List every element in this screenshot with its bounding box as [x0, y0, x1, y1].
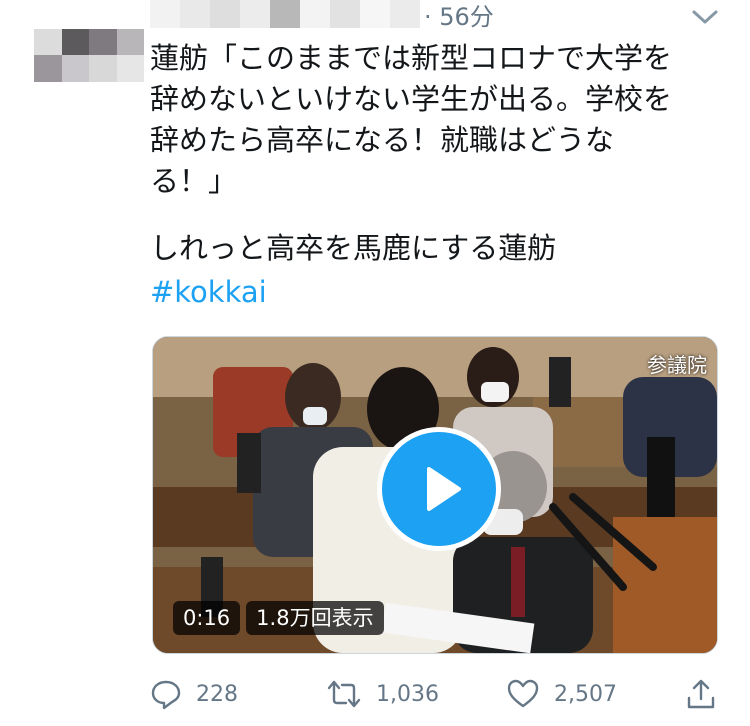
retweet-count: 1,036 [376, 681, 439, 707]
play-button[interactable] [377, 427, 501, 551]
caret-down-icon[interactable] [690, 6, 720, 28]
share-icon [687, 679, 715, 709]
share-button[interactable] [686, 672, 716, 716]
like-button[interactable]: 2,507 [506, 672, 617, 716]
retweet-icon [327, 680, 361, 708]
reply-count: 228 [196, 681, 238, 707]
retweet-button[interactable]: 1,036 [326, 672, 439, 716]
reply-button[interactable]: 228 [150, 672, 238, 716]
reply-icon [151, 680, 181, 710]
video-view-count: 1.8万回表示 [246, 601, 384, 635]
hashtag-link[interactable]: #kokkai [150, 272, 267, 313]
tweet-text: 蓮舫「このままでは新型コロナで大学を 辞めないといけない学生が出る。学校を 辞め… [150, 41, 673, 198]
tweet-actions: 228 1,036 2,507 [150, 672, 720, 716]
video-duration: 0:16 [173, 601, 241, 635]
tweet-timestamp[interactable]: · 56分 [424, 0, 494, 34]
video-watermark: 参議院 [647, 353, 707, 377]
like-icon [507, 679, 539, 708]
video-player[interactable]: 参議院 0:16 1.8万回表示 [152, 336, 718, 654]
author-name-pixelated[interactable] [150, 0, 420, 28]
like-count: 2,507 [554, 681, 617, 707]
tweet-text-comment: しれっと高卒を馬鹿にする蓮舫 [150, 231, 557, 265]
play-icon [427, 467, 461, 511]
avatar[interactable] [34, 2, 144, 82]
